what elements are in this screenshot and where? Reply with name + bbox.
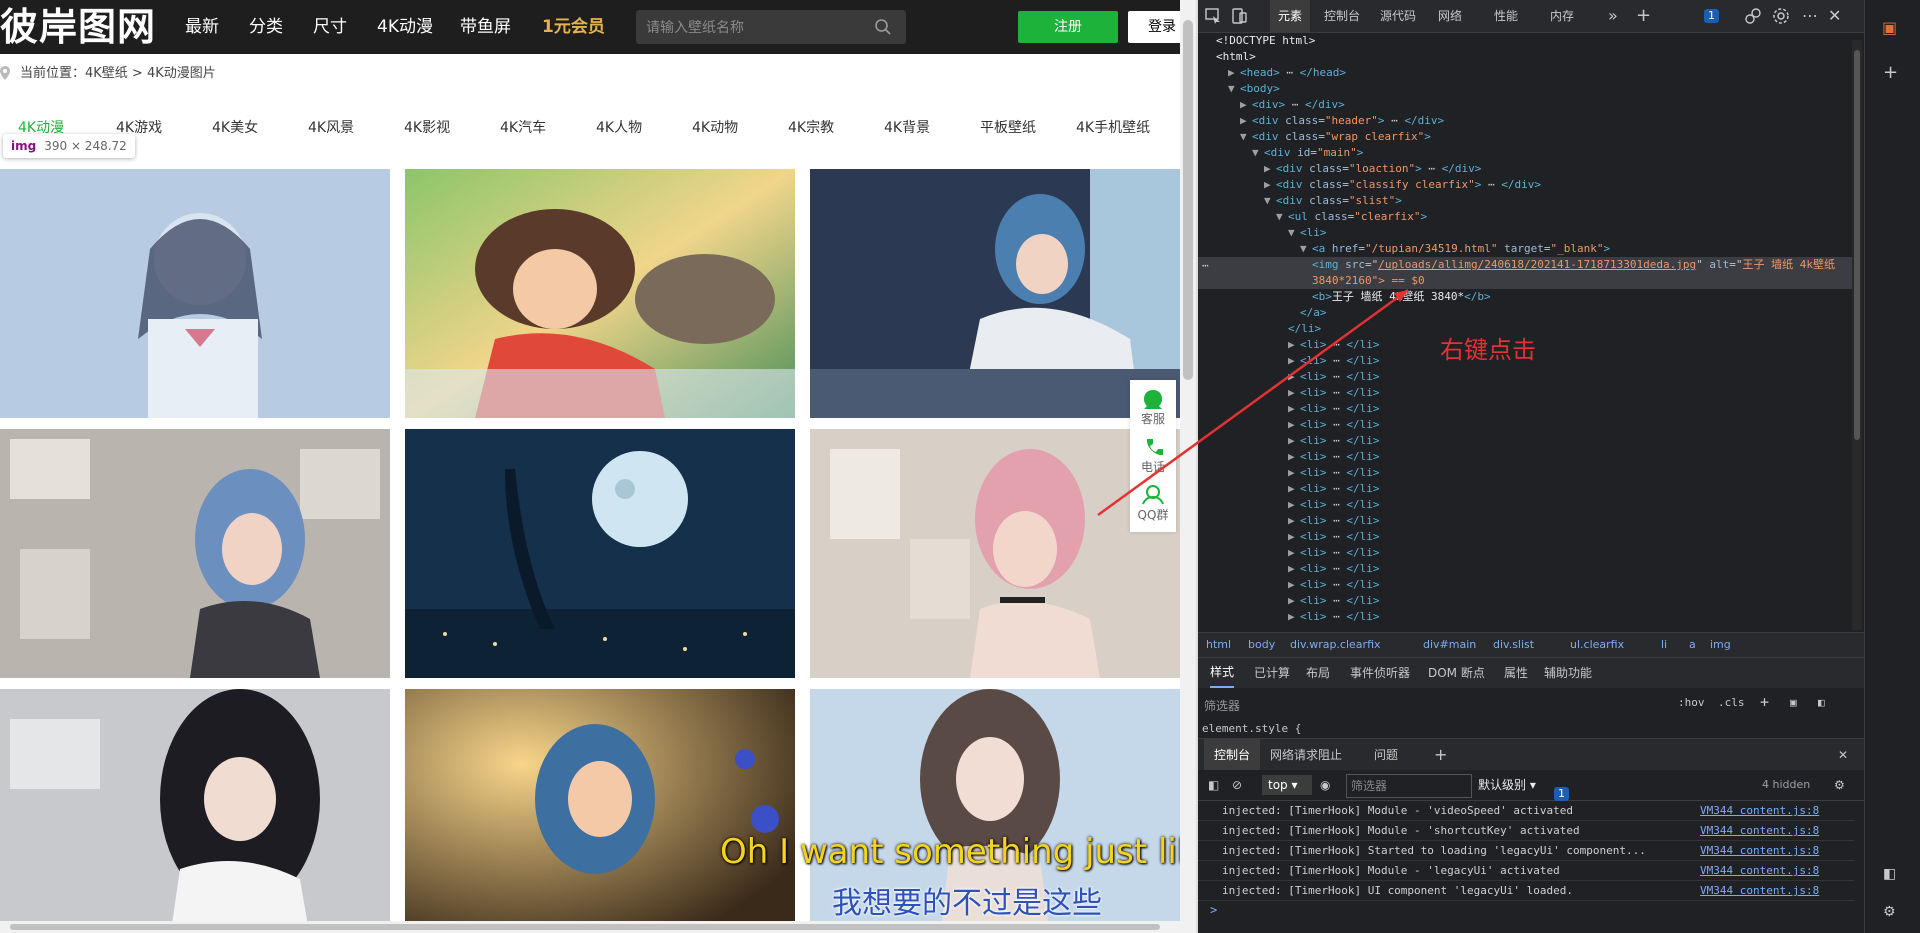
browser-side-gutter: ▣ + ◧ ⚙ <box>1864 0 1920 933</box>
sidebar-toggle-icon[interactable]: ◧ <box>1883 866 1896 882</box>
toolbox-icon[interactable]: ▣ <box>1882 18 1897 37</box>
gutter-settings-gear-icon[interactable]: ⚙ <box>1883 904 1896 920</box>
annotation-arrow <box>1097 288 1409 517</box>
add-sidebar-icon[interactable]: + <box>1883 62 1898 83</box>
